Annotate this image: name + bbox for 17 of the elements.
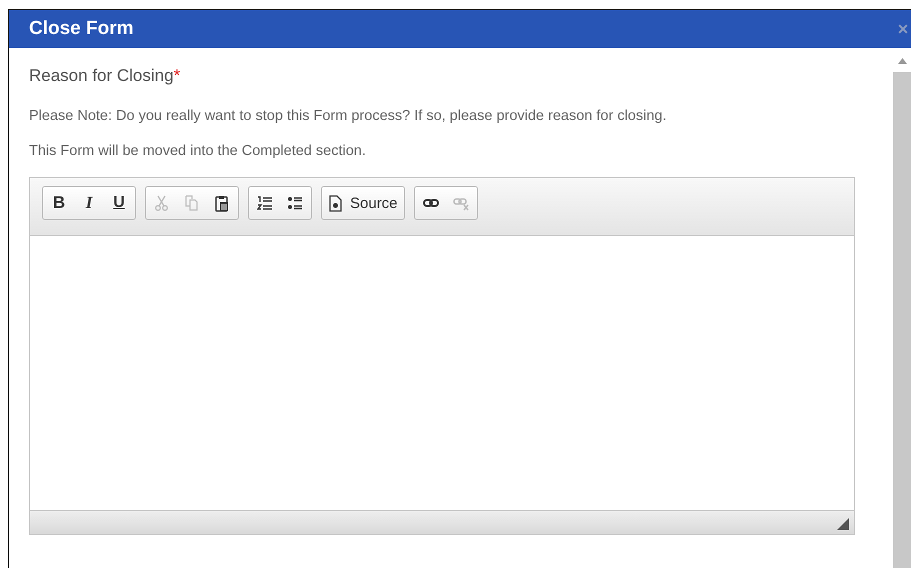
underline-button[interactable]: U xyxy=(105,189,133,217)
cut-icon xyxy=(154,194,170,212)
source-button[interactable]: Source xyxy=(324,189,402,217)
numbered-list-icon xyxy=(257,194,273,212)
dialog-title: Close Form xyxy=(29,18,134,40)
field-label: Reason for Closing* xyxy=(29,66,182,86)
scroll-up-arrow-icon[interactable] xyxy=(898,58,906,64)
note-text: Please Note: Do you really want to stop this Form process? If so, please provide reason for closing. xyxy=(29,108,668,124)
resize-handle-icon[interactable] xyxy=(837,518,849,530)
bulleted-list-icon xyxy=(287,194,303,212)
copy-icon xyxy=(184,194,200,212)
required-mark: * xyxy=(174,66,180,85)
document-icon xyxy=(328,194,344,212)
note-text: This Form will be moved into the Completed section. xyxy=(29,143,367,159)
italic-button[interactable]: I xyxy=(75,189,103,217)
clipboard-icon xyxy=(214,194,230,212)
bold-button[interactable]: B xyxy=(45,189,73,217)
